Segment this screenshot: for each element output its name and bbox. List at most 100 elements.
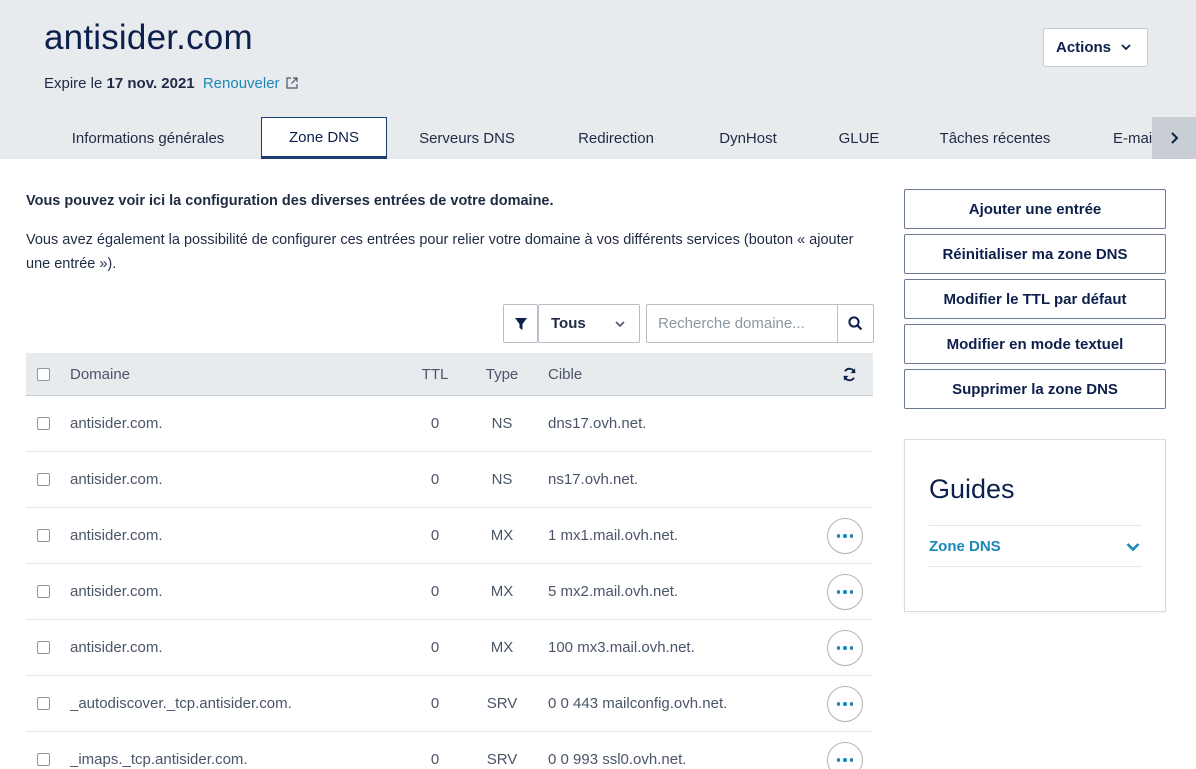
- cell-domain: _autodiscover._tcp.antisider.com.: [70, 695, 292, 712]
- row-checkbox[interactable]: [37, 529, 50, 542]
- expiry-info: Expire le 17 nov. 2021 Renouveler: [44, 75, 298, 92]
- more-dot: [843, 702, 847, 706]
- row-checkbox[interactable]: [37, 753, 50, 766]
- more-dot: [849, 758, 854, 762]
- more-dot: [836, 702, 841, 706]
- chevron-down-icon: [1126, 543, 1140, 552]
- table-row: antisider.com. 0 MX 5 mx2.mail.ovh.net.: [26, 564, 873, 620]
- cell-target: 100 mx3.mail.ovh.net.: [548, 639, 695, 656]
- tab-zone-dns[interactable]: Zone DNS: [261, 117, 387, 159]
- tab-label: DynHost: [719, 129, 777, 147]
- tab-informations-generales[interactable]: Informations générales: [44, 117, 252, 159]
- row-actions-button[interactable]: [827, 518, 863, 554]
- expiry-date: 17 nov. 2021: [106, 75, 195, 92]
- row-check-cell: [37, 620, 50, 675]
- cell-target: ns17.ovh.net.: [548, 471, 639, 488]
- row-checkbox[interactable]: [37, 417, 50, 430]
- type-filter-select[interactable]: Tous: [538, 304, 640, 343]
- cell-target: 1 mx1.mail.ovh.net.: [548, 527, 679, 544]
- actions-button[interactable]: Actions: [1043, 28, 1148, 67]
- cell-target: 5 mx2.mail.ovh.net.: [548, 583, 679, 600]
- tab-label: Tâches récentes: [939, 129, 1051, 147]
- cell-type: MX: [490, 583, 514, 600]
- cell-ttl: 0: [430, 583, 440, 600]
- column-type[interactable]: Type: [476, 353, 528, 395]
- text-mode-button[interactable]: Modifier en mode textuel: [904, 324, 1166, 364]
- column-ttl[interactable]: TTL: [406, 353, 464, 395]
- tab-label: Informations générales: [71, 129, 225, 147]
- cell-type: MX: [490, 639, 514, 656]
- select-all-cell: [37, 353, 50, 395]
- cell-ttl: 0: [430, 415, 440, 432]
- row-actions-button[interactable]: [827, 574, 863, 610]
- row-checkbox[interactable]: [37, 641, 50, 654]
- tab-label: Redirection: [578, 129, 654, 147]
- tab-scroll-right-button[interactable]: [1152, 117, 1196, 159]
- more-dot: [843, 534, 847, 538]
- column-target[interactable]: Cible: [548, 353, 582, 395]
- search-domain-input[interactable]: [646, 304, 838, 343]
- guides-panel: Guides Zone DNS: [904, 439, 1166, 612]
- more-dot: [849, 646, 854, 650]
- more-dot: [836, 534, 841, 538]
- row-check-cell: [37, 676, 50, 731]
- cell-domain: antisider.com.: [70, 527, 163, 544]
- type-filter-value: Tous: [551, 315, 586, 332]
- cell-ttl: 0: [430, 639, 440, 656]
- more-dot: [843, 646, 847, 650]
- cell-ttl: 0: [430, 751, 440, 768]
- row-actions-button[interactable]: [827, 630, 863, 666]
- intro-heading: Vous pouvez voir ici la configuration de…: [26, 193, 554, 209]
- cell-target: 0 0 993 ssl0.ovh.net.: [548, 751, 687, 768]
- tab-redirection[interactable]: Redirection: [560, 117, 672, 159]
- tab-taches-recentes[interactable]: Tâches récentes: [922, 117, 1068, 159]
- intro-description: Vous avez également la possibilité de co…: [26, 232, 854, 272]
- renew-label: Renouveler: [202, 75, 280, 92]
- cell-type: NS: [491, 415, 513, 432]
- expiry-prefix: Expire le: [44, 75, 103, 92]
- table-row: antisider.com. 0 NS ns17.ovh.net.: [26, 452, 873, 508]
- tab-serveurs-dns[interactable]: Serveurs DNS: [400, 117, 534, 159]
- row-check-cell: [37, 396, 50, 451]
- modify-ttl-button[interactable]: Modifier le TTL par défaut: [904, 279, 1166, 319]
- cell-ttl: 0: [430, 471, 440, 488]
- more-dot: [836, 758, 841, 762]
- search-icon: [848, 316, 863, 331]
- row-actions-button[interactable]: [827, 742, 863, 769]
- select-all-checkbox[interactable]: [37, 367, 50, 381]
- cell-domain: _imaps._tcp.antisider.com.: [70, 751, 248, 768]
- page-title: antisider.com: [44, 18, 253, 57]
- table-row: antisider.com. 0 MX 1 mx1.mail.ovh.net.: [26, 508, 873, 564]
- guides-item-label: Zone DNS: [929, 537, 1001, 555]
- more-dot: [843, 758, 847, 762]
- reset-zone-button[interactable]: Réinitialiser ma zone DNS: [904, 234, 1166, 274]
- search-button[interactable]: [837, 304, 874, 343]
- row-check-cell: [37, 508, 50, 563]
- cell-type: NS: [491, 471, 513, 488]
- add-entry-button[interactable]: Ajouter une entrée: [904, 189, 1166, 229]
- renew-link[interactable]: Renouveler: [203, 75, 298, 92]
- guides-item-zone-dns[interactable]: Zone DNS: [929, 525, 1142, 567]
- tab-label: Serveurs DNS: [419, 129, 515, 147]
- filter-button[interactable]: [503, 304, 538, 343]
- row-checkbox[interactable]: [37, 585, 50, 598]
- cell-target: 0 0 443 mailconfig.ovh.net.: [548, 695, 728, 712]
- cell-domain: antisider.com.: [70, 583, 163, 600]
- tab-label: Zone DNS: [288, 128, 360, 146]
- row-check-cell: [37, 452, 50, 507]
- more-dot: [849, 534, 854, 538]
- tab-emails[interactable]: E-mai: [1100, 117, 1152, 159]
- tab-glue[interactable]: GLUE: [822, 117, 896, 159]
- cell-target: dns17.ovh.net.: [548, 415, 647, 432]
- cell-ttl: 0: [430, 527, 440, 544]
- tab-dynhost[interactable]: DynHost: [700, 117, 796, 159]
- row-actions-button[interactable]: [827, 686, 863, 722]
- tab-label: GLUE: [838, 129, 880, 147]
- row-checkbox[interactable]: [37, 697, 50, 710]
- row-checkbox[interactable]: [37, 473, 50, 486]
- refresh-button[interactable]: [842, 353, 857, 395]
- table-header: Domaine TTL Type Cible: [26, 353, 873, 396]
- column-domain[interactable]: Domaine: [70, 353, 130, 395]
- cell-type: SRV: [486, 751, 518, 768]
- delete-zone-button[interactable]: Supprimer la zone DNS: [904, 369, 1166, 409]
